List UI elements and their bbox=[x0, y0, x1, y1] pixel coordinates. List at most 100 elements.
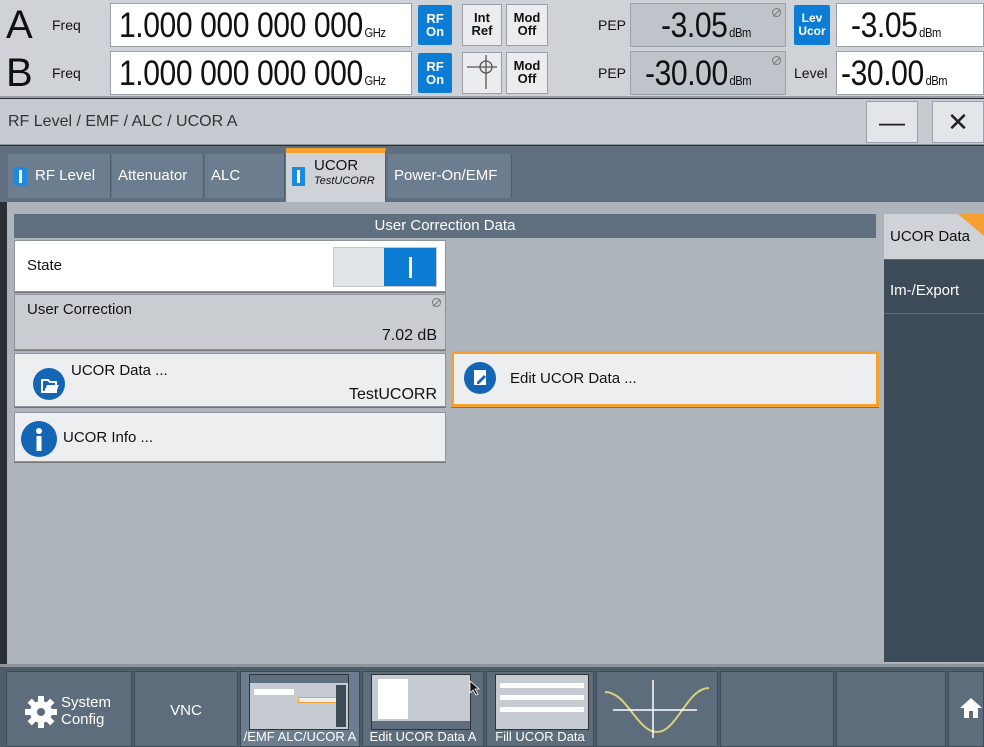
home-button[interactable] bbox=[948, 671, 984, 747]
task-thumb-fill-ucor[interactable]: Fill UCOR Data bbox=[486, 671, 594, 747]
tab-rf-level[interactable]: RF Level bbox=[8, 154, 111, 198]
no-edit-icon bbox=[432, 298, 441, 307]
folder-open-icon bbox=[33, 368, 65, 400]
system-config-label: System Config bbox=[61, 694, 111, 728]
freq-b-value: 1.000 000 000 000 bbox=[119, 54, 363, 93]
tab-ucor-label: UCOR bbox=[314, 157, 359, 174]
tab-attenuator[interactable]: Attenuator bbox=[112, 154, 204, 198]
freq-a-label: Freq bbox=[52, 17, 81, 33]
status-bar: A Freq 1.000 000 000 000 GHz RF On Int Re… bbox=[0, 0, 984, 98]
system-config-label-line-2: Config bbox=[61, 711, 105, 728]
freq-a-field[interactable]: 1.000 000 000 000 GHz bbox=[110, 3, 412, 47]
dialog-tabs: RF Level Attenuator ALC UCOR TestUCORR P… bbox=[0, 146, 984, 202]
vnc-button[interactable]: VNC bbox=[134, 671, 238, 747]
taskbar: System Config VNC /EMF ALC/UCOR A Edit UC… bbox=[0, 664, 984, 747]
freq-b-label: Freq bbox=[52, 65, 81, 81]
edit-ucor-data-button[interactable]: Edit UCOR Data ... bbox=[451, 351, 879, 407]
thumbnail-preview bbox=[371, 674, 471, 730]
tab-alc[interactable]: ALC bbox=[205, 154, 285, 198]
empty-task-slot[interactable] bbox=[720, 671, 834, 747]
ucor-data-button[interactable]: UCOR Data ... TestUCORR bbox=[14, 353, 446, 407]
thumbnail-preview bbox=[495, 674, 589, 730]
on-indicator-icon bbox=[14, 166, 27, 186]
minimize-button[interactable]: — bbox=[866, 101, 918, 143]
ucor-label: Ucor bbox=[798, 24, 826, 38]
waveform-button[interactable] bbox=[596, 671, 718, 747]
freq-b-unit: GHz bbox=[364, 73, 386, 88]
tab-ucor[interactable]: UCOR TestUCORR bbox=[286, 148, 386, 202]
toggle-on-knob bbox=[384, 248, 436, 286]
level-b-field[interactable]: -30.00 dBm bbox=[836, 51, 984, 95]
state-toggle[interactable] bbox=[333, 247, 437, 287]
ucor-info-label: UCOR Info ... bbox=[63, 429, 154, 446]
mod-a-state: Off bbox=[517, 23, 537, 38]
user-correction-label: User Correction bbox=[27, 301, 133, 318]
path-a-letter: A bbox=[6, 3, 33, 47]
pep-b-value: -30.00 bbox=[645, 54, 728, 93]
rf-b-state: On bbox=[425, 72, 445, 87]
pep-b-field: -30.00 dBm bbox=[630, 51, 786, 95]
freq-a-unit: GHz bbox=[364, 25, 386, 40]
pep-b-label: PEP bbox=[598, 65, 627, 81]
path-b-letter: B bbox=[6, 51, 33, 95]
lev-ucor-button[interactable]: Lev Ucor bbox=[794, 5, 830, 45]
level-b-label: Level bbox=[794, 65, 828, 81]
task-thumb-label: /EMF ALC/UCOR A bbox=[243, 729, 357, 744]
tab-power-on-emf[interactable]: Power-On/EMF bbox=[388, 154, 512, 198]
system-config-button[interactable]: System Config bbox=[6, 671, 132, 747]
edit-ucor-data-label: Edit UCOR Data ... bbox=[510, 370, 637, 387]
user-correction-value: 7.02 dB bbox=[381, 327, 437, 344]
rf-a-button[interactable]: RF On bbox=[418, 5, 452, 45]
empty-task-slot[interactable] bbox=[836, 671, 946, 747]
pep-b-unit: dBm bbox=[729, 73, 752, 88]
path-a-row: A Freq 1.000 000 000 000 GHz RF On Int Re… bbox=[0, 1, 984, 49]
freq-b-field[interactable]: 1.000 000 000 000 GHz bbox=[110, 51, 412, 95]
state-row: State bbox=[14, 240, 446, 292]
dialog-title-bar: RF Level / EMF / ALC / UCOR A — ✕ bbox=[0, 99, 984, 145]
side-tabs: UCOR Data Im-/Export bbox=[884, 214, 984, 662]
gear-icon bbox=[25, 696, 57, 728]
ref-coupling-icon[interactable] bbox=[462, 52, 502, 94]
pep-a-value: -3.05 bbox=[661, 6, 728, 45]
no-edit-icon bbox=[772, 56, 781, 65]
dialog-title: RF Level / EMF / ALC / UCOR A bbox=[8, 113, 238, 130]
thumbnail-preview bbox=[249, 674, 349, 730]
state-label: State bbox=[27, 257, 63, 274]
level-b-unit: dBm bbox=[925, 73, 948, 88]
level-a-field[interactable]: -3.05 dBm bbox=[836, 3, 984, 47]
level-a-unit: dBm bbox=[919, 25, 941, 40]
freq-a-value: 1.000 000 000 000 bbox=[119, 6, 363, 45]
pep-a-unit: dBm bbox=[729, 25, 751, 40]
rf-b-button[interactable]: RF On bbox=[418, 53, 452, 93]
task-thumb-edit-ucor[interactable]: Edit UCOR Data A bbox=[362, 671, 484, 747]
level-b-value: -30.00 bbox=[841, 54, 924, 93]
ucor-info-button[interactable]: UCOR Info ... bbox=[14, 412, 446, 462]
int-ref-button[interactable]: Int Ref bbox=[462, 4, 502, 46]
mod-b-state: Off bbox=[517, 71, 537, 86]
task-thumb-label: Fill UCOR Data bbox=[495, 729, 585, 744]
level-a-value: -3.05 bbox=[851, 6, 918, 45]
sine-wave-icon bbox=[604, 680, 710, 738]
ucor-data-value: TestUCORR bbox=[348, 386, 437, 403]
task-thumb-ucor-a[interactable]: /EMF ALC/UCOR A bbox=[240, 671, 360, 747]
task-thumb-label: Edit UCOR Data A bbox=[369, 729, 477, 744]
info-icon bbox=[21, 421, 57, 457]
tab-ucor-sublabel: TestUCORR bbox=[314, 175, 375, 187]
no-edit-icon bbox=[772, 8, 781, 17]
home-icon bbox=[960, 698, 982, 718]
edit-document-icon bbox=[464, 362, 496, 394]
mod-a-button[interactable]: Mod Off bbox=[506, 4, 548, 46]
side-tab-im-export[interactable]: Im-/Export bbox=[884, 268, 984, 314]
section-header: User Correction Data bbox=[14, 214, 876, 238]
close-button[interactable]: ✕ bbox=[932, 101, 984, 143]
pep-a-field: -3.05 dBm bbox=[630, 3, 786, 47]
mod-b-button[interactable]: Mod Off bbox=[506, 52, 548, 94]
user-correction-field: User Correction 7.02 dB bbox=[14, 294, 446, 350]
ucor-data-label: UCOR Data ... bbox=[71, 362, 168, 379]
path-b-row: B Freq 1.000 000 000 000 GHz RF On Mod Of… bbox=[0, 49, 984, 97]
pep-a-label: PEP bbox=[598, 17, 627, 33]
tab-rf-level-label: RF Level bbox=[35, 167, 96, 184]
mouse-cursor-icon bbox=[469, 680, 481, 696]
side-tab-ucor-data[interactable]: UCOR Data bbox=[884, 214, 984, 260]
on-indicator-icon bbox=[292, 167, 305, 186]
